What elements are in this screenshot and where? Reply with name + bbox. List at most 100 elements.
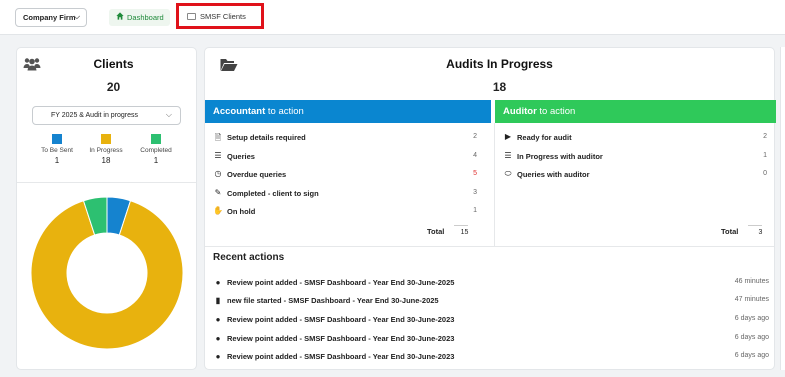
list-item[interactable]: ▶ Ready for audit 2	[503, 132, 767, 146]
recent-action-text: Review point added - SMSF Dashboard - Ye…	[227, 352, 455, 361]
total-value: 15	[454, 225, 469, 236]
item-count: 3	[473, 189, 477, 196]
tab-dashboard[interactable]: Dashboard	[109, 9, 170, 26]
item-count: 2	[473, 133, 477, 140]
clients-donut-chart	[30, 196, 184, 350]
legend-label: To Be Sent	[41, 147, 73, 154]
divider	[494, 123, 495, 246]
accountant-total: Total 15	[427, 225, 469, 236]
fy-filter-label: FY 2025 & Audit in progress	[51, 112, 139, 119]
legend-value: 18	[101, 156, 111, 165]
total-label: Total	[427, 227, 445, 236]
accountant-header: Accountant to action	[205, 100, 491, 123]
recent-action-time: 6 days ago	[734, 352, 769, 359]
accountant-header-bold: Accountant	[213, 106, 266, 117]
item-count: 1	[473, 207, 477, 214]
legend-label: In Progress	[89, 147, 123, 154]
auditor-header-rest: to action	[536, 106, 576, 117]
comment-icon: ●	[215, 334, 221, 343]
auditor-header: Auditor to action	[495, 100, 776, 123]
tab-smsf-clients-label: SMSF Clients	[200, 12, 246, 21]
item-count: 5	[473, 170, 477, 177]
item-label: Ready for audit	[517, 133, 572, 142]
audits-count: 18	[492, 80, 507, 94]
recent-action-item[interactable]: ▮ new file started - SMSF Dashboard - Ye…	[213, 295, 769, 309]
recent-action-text: Review point added - SMSF Dashboard - Ye…	[227, 315, 455, 324]
list-item[interactable]: 🗎 Setup details required 2	[213, 132, 477, 146]
legend-label: Completed	[140, 147, 172, 154]
fy-filter-select[interactable]: FY 2025 & Audit in progress ⌵	[32, 106, 181, 125]
clock-icon: ◷	[214, 169, 222, 178]
hand-icon: ✋	[213, 206, 223, 215]
audits-title: Audits In Progress	[446, 57, 553, 71]
folder-icon	[187, 13, 196, 20]
divider	[205, 246, 774, 247]
recent-action-text: Review point added - SMSF Dashboard - Ye…	[227, 334, 455, 343]
item-label: Completed - client to sign	[227, 189, 319, 198]
accountant-header-rest: to action	[265, 106, 304, 117]
item-label: Queries	[227, 152, 255, 161]
recent-action-text: Review point added - SMSF Dashboard - Ye…	[227, 278, 455, 287]
list-item[interactable]: ✋ On hold 1	[213, 206, 477, 220]
item-label: Queries with auditor	[517, 170, 590, 179]
recent-actions-title: Recent actions	[213, 252, 285, 263]
list-item[interactable]: ☰ In Progress with auditor 1	[503, 151, 767, 165]
total-label: Total	[721, 227, 739, 236]
recent-action-time: 46 minutes	[734, 278, 769, 285]
legend-value: 1	[153, 156, 159, 165]
clients-count: 20	[106, 80, 121, 94]
comment-icon: ●	[215, 315, 221, 324]
clients-card: Clients 20 FY 2025 & Audit in progress ⌵…	[16, 47, 197, 370]
chevron-down-icon: ⌵	[165, 110, 172, 119]
clients-title: Clients	[93, 57, 134, 71]
firm-select-label: Company Firm	[23, 13, 76, 22]
legend-value: 1	[54, 156, 60, 165]
firm-select[interactable]: Company Firm ⌵	[15, 8, 87, 27]
item-count: 4	[473, 152, 477, 159]
clipboard-icon: 🗎	[214, 133, 222, 142]
item-label: In Progress with auditor	[517, 152, 603, 161]
home-icon	[116, 12, 124, 22]
play-icon: ▶	[504, 132, 512, 141]
list-item[interactable]: ✎ Completed - client to sign 3	[213, 188, 477, 202]
chevron-down-icon: ⌵	[73, 12, 80, 21]
legend-swatch	[101, 134, 111, 144]
recent-action-item[interactable]: ● Review point added - SMSF Dashboard - …	[213, 314, 769, 328]
tab-smsf-clients[interactable]: SMSF Clients	[176, 3, 264, 29]
legend-in-progress[interactable]: In Progress 18	[83, 134, 129, 165]
recent-action-time: 6 days ago	[734, 315, 769, 322]
recent-action-item[interactable]: ● Review point added - SMSF Dashboard - …	[213, 351, 769, 365]
file-icon: ▮	[215, 296, 221, 305]
item-count: 0	[763, 170, 767, 177]
legend-swatch	[151, 134, 161, 144]
list-item[interactable]: ☰ Queries 4	[213, 151, 477, 165]
recent-action-time: 47 minutes	[734, 296, 769, 303]
recent-action-time: 6 days ago	[734, 334, 769, 341]
tab-dashboard-label: Dashboard	[127, 13, 164, 22]
item-label: Setup details required	[227, 133, 306, 142]
comment-icon: ●	[215, 352, 221, 361]
item-label: On hold	[227, 207, 256, 216]
auditor-total: Total 3	[721, 225, 763, 236]
recent-action-item[interactable]: ● Review point added - SMSF Dashboard - …	[213, 333, 769, 347]
next-card-edge	[780, 47, 785, 370]
total-value: 3	[748, 225, 763, 236]
list-item[interactable]: ◷ Overdue queries 5	[213, 169, 478, 183]
item-label: Overdue queries	[227, 170, 287, 179]
top-bar: Company Firm ⌵ Dashboard SMSF Clients	[0, 0, 785, 35]
legend-swatch	[52, 134, 62, 144]
auditor-header-bold: Auditor	[503, 106, 537, 117]
item-count: 1	[763, 152, 767, 159]
comment-icon: ⬭	[504, 169, 512, 178]
edit-icon: ✎	[214, 188, 222, 197]
audits-card: Audits In Progress 18 Accountant to acti…	[204, 47, 776, 370]
comment-icon: ●	[215, 278, 221, 287]
legend-to-be-sent[interactable]: To Be Sent 1	[35, 134, 79, 165]
legend-completed[interactable]: Completed 1	[133, 134, 179, 165]
recent-action-item[interactable]: ● Review point added - SMSF Dashboard - …	[213, 277, 769, 291]
recent-action-text: new file started - SMSF Dashboard - Year…	[227, 296, 439, 305]
divider	[17, 182, 196, 183]
item-count: 2	[763, 133, 767, 140]
list-item[interactable]: ⬭ Queries with auditor 0	[503, 169, 767, 183]
list-icon: ☰	[504, 151, 512, 160]
